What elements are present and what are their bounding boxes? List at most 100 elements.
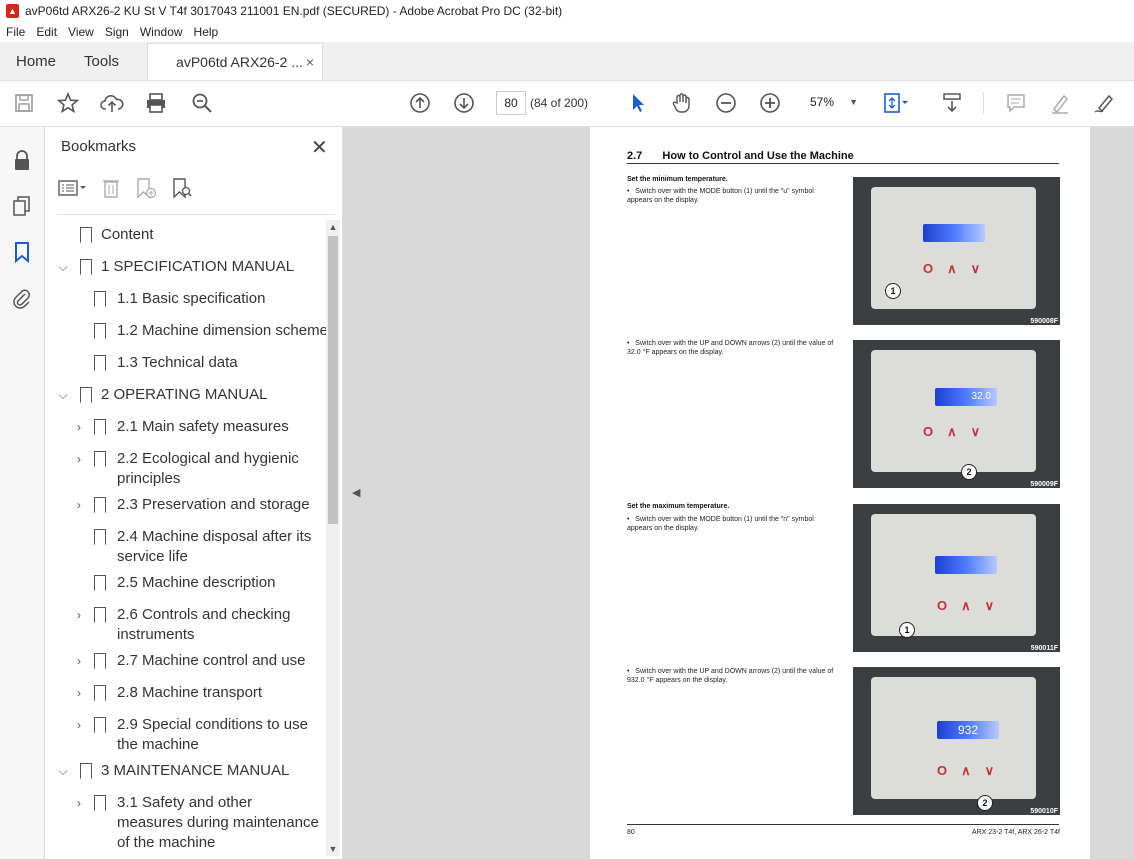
menu-bar: File Edit View Sign Window Help <box>0 22 1134 42</box>
tab-home[interactable]: Home <box>0 43 72 80</box>
left-rail <box>0 127 45 859</box>
scroll-mode-icon[interactable] <box>938 89 966 117</box>
callout-marker: 2 <box>977 795 993 811</box>
menu-help[interactable]: Help <box>188 25 224 39</box>
lcd-display: 32.0 <box>935 388 997 406</box>
chevron-right-icon[interactable]: › <box>72 417 86 437</box>
zoom-out-icon[interactable] <box>712 89 740 117</box>
sign-icon[interactable] <box>1090 89 1118 117</box>
panel-buttons: O∧∨ <box>937 598 1009 613</box>
bookmarks-scrollbar[interactable]: ▲ ▼ <box>326 220 340 856</box>
toolbar-divider <box>983 92 984 114</box>
collapse-panel-icon[interactable]: ◀ <box>352 486 360 499</box>
footer-rule <box>627 824 1059 825</box>
lock-icon[interactable] <box>10 148 34 172</box>
menu-edit[interactable]: Edit <box>30 25 62 39</box>
chevron-right-icon[interactable]: › <box>72 715 86 735</box>
tab-tools[interactable]: Tools <box>72 43 133 80</box>
close-icon[interactable]: ✕ <box>311 135 328 160</box>
bookmark-label: 1.2 Machine dimension scheme <box>117 322 328 339</box>
chevron-right-icon[interactable]: › <box>72 495 86 515</box>
bookmark-label: 2.6 Controls and checking instruments <box>117 606 291 643</box>
hand-tool-icon[interactable] <box>668 89 696 117</box>
chevron-right-icon[interactable]: › <box>72 449 86 469</box>
tab-close-icon[interactable]: × <box>306 54 314 70</box>
new-bookmark-icon[interactable] <box>135 177 157 204</box>
callout-marker: 1 <box>885 283 901 299</box>
chevron-right-icon[interactable]: › <box>72 651 86 671</box>
window-title: avP06td ARX26-2 KU St V T4f 3017043 2110… <box>25 4 563 18</box>
bookmark-label: 2.3 Preservation and storage <box>117 496 310 513</box>
tab-document[interactable]: avP06td ARX26-2 ... × <box>147 43 324 80</box>
chevron-right-icon[interactable]: › <box>72 793 86 813</box>
pdf-page: 2.7 How to Control and Use the Machine S… <box>590 127 1090 859</box>
tab-bar: Home Tools avP06td ARX26-2 ... × <box>0 42 1134 81</box>
figure-code: 590010F <box>1030 808 1058 815</box>
bookmark-label: 2.7 Machine control and use <box>117 652 306 669</box>
bookmark-label: 1.3 Technical data <box>117 354 238 371</box>
bookmark-label: 2 OPERATING MANUAL <box>101 386 268 403</box>
zoom-level-select[interactable]: 57% ▼ <box>800 91 862 113</box>
previous-page-icon[interactable] <box>406 89 434 117</box>
chevron-right-icon[interactable]: › <box>72 605 86 625</box>
menu-window[interactable]: Window <box>134 25 188 39</box>
instruction-text: • Switch over with the UP and DOWN arrow… <box>627 668 834 684</box>
bookmark-options-icon[interactable] <box>57 178 87 203</box>
find-bookmark-icon[interactable] <box>171 177 193 204</box>
print-icon[interactable] <box>142 89 170 117</box>
bookmarks-panel-icon[interactable] <box>10 240 34 264</box>
scroll-down-icon[interactable]: ▼ <box>326 844 340 854</box>
control-panel <box>871 350 1036 472</box>
page-number-input[interactable]: 80 <box>496 91 526 115</box>
zoom-level-value: 57% <box>810 95 835 109</box>
scroll-up-icon[interactable]: ▲ <box>326 222 340 232</box>
instruction-text: • Switch over with the MODE button (1) u… <box>627 516 814 532</box>
zoom-search-icon[interactable] <box>188 89 216 117</box>
bookmark-label: Content <box>101 226 154 243</box>
chevron-down-icon: ▼ <box>849 97 858 107</box>
footer-page-number: 80 <box>627 829 635 836</box>
menu-file[interactable]: File <box>0 25 30 39</box>
comment-icon[interactable] <box>1002 89 1030 117</box>
figure-code: 590011F <box>1030 645 1058 652</box>
menu-view[interactable]: View <box>62 25 99 39</box>
section-number: 2.7 <box>627 150 643 162</box>
acrobat-pdf-icon: ▲ <box>6 4 19 18</box>
page-count: (84 of 200) <box>530 96 589 110</box>
bookmark-label: 3.1 Safety and other measures during mai… <box>117 794 319 851</box>
control-panel <box>871 514 1036 636</box>
callout-marker: 1 <box>899 622 915 638</box>
bookmark-label: 2.1 Main safety measures <box>117 418 289 435</box>
title-bar: ▲ avP06td ARX26-2 KU St V T4f 3017043 21… <box>0 0 1134 22</box>
bookmark-label: 2.5 Machine description <box>117 574 276 591</box>
upload-cloud-icon[interactable] <box>98 89 126 117</box>
bookmark-label: 1 SPECIFICATION MANUAL <box>101 258 295 275</box>
bookmark-label: 3 MAINTENANCE MANUAL <box>101 762 290 779</box>
save-icon[interactable] <box>10 89 38 117</box>
chevron-down-icon[interactable]: ⌵ <box>56 257 70 277</box>
bookmark-star-icon[interactable] <box>54 89 82 117</box>
chevron-down-icon[interactable]: ⌵ <box>56 385 70 405</box>
lcd-display <box>935 556 997 574</box>
section-title: How to Control and Use the Machine <box>662 150 854 162</box>
control-panel-photo: 932 O∧∨ 2 590010F <box>853 667 1060 815</box>
select-cursor-icon[interactable] <box>624 89 652 117</box>
fit-page-icon[interactable] <box>882 89 910 117</box>
delete-bookmark-icon[interactable] <box>101 177 121 204</box>
panel-buttons: O∧∨ <box>923 424 995 439</box>
pages-thumbnail-icon[interactable] <box>10 194 34 218</box>
bookmark-label: 2.2 Ecological and hygienic principles <box>117 450 299 487</box>
section-heading: 2.7 How to Control and Use the Machine <box>627 150 854 162</box>
chevron-right-icon[interactable]: › <box>72 683 86 703</box>
highlight-pen-icon[interactable] <box>1046 89 1074 117</box>
bookmark-label: 1.1 Basic specification <box>117 290 266 307</box>
zoom-in-icon[interactable] <box>756 89 784 117</box>
attachment-paperclip-icon[interactable] <box>10 287 34 311</box>
chevron-down-icon[interactable]: ⌵ <box>56 761 70 781</box>
menu-sign[interactable]: Sign <box>99 25 134 39</box>
bookmark-label: 2.4 Machine disposal after its service l… <box>117 528 312 565</box>
panel-buttons: O∧∨ <box>923 261 995 276</box>
scrollbar-thumb[interactable] <box>328 236 338 524</box>
panel-buttons: O∧∨ <box>937 763 1009 778</box>
next-page-icon[interactable] <box>450 89 478 117</box>
